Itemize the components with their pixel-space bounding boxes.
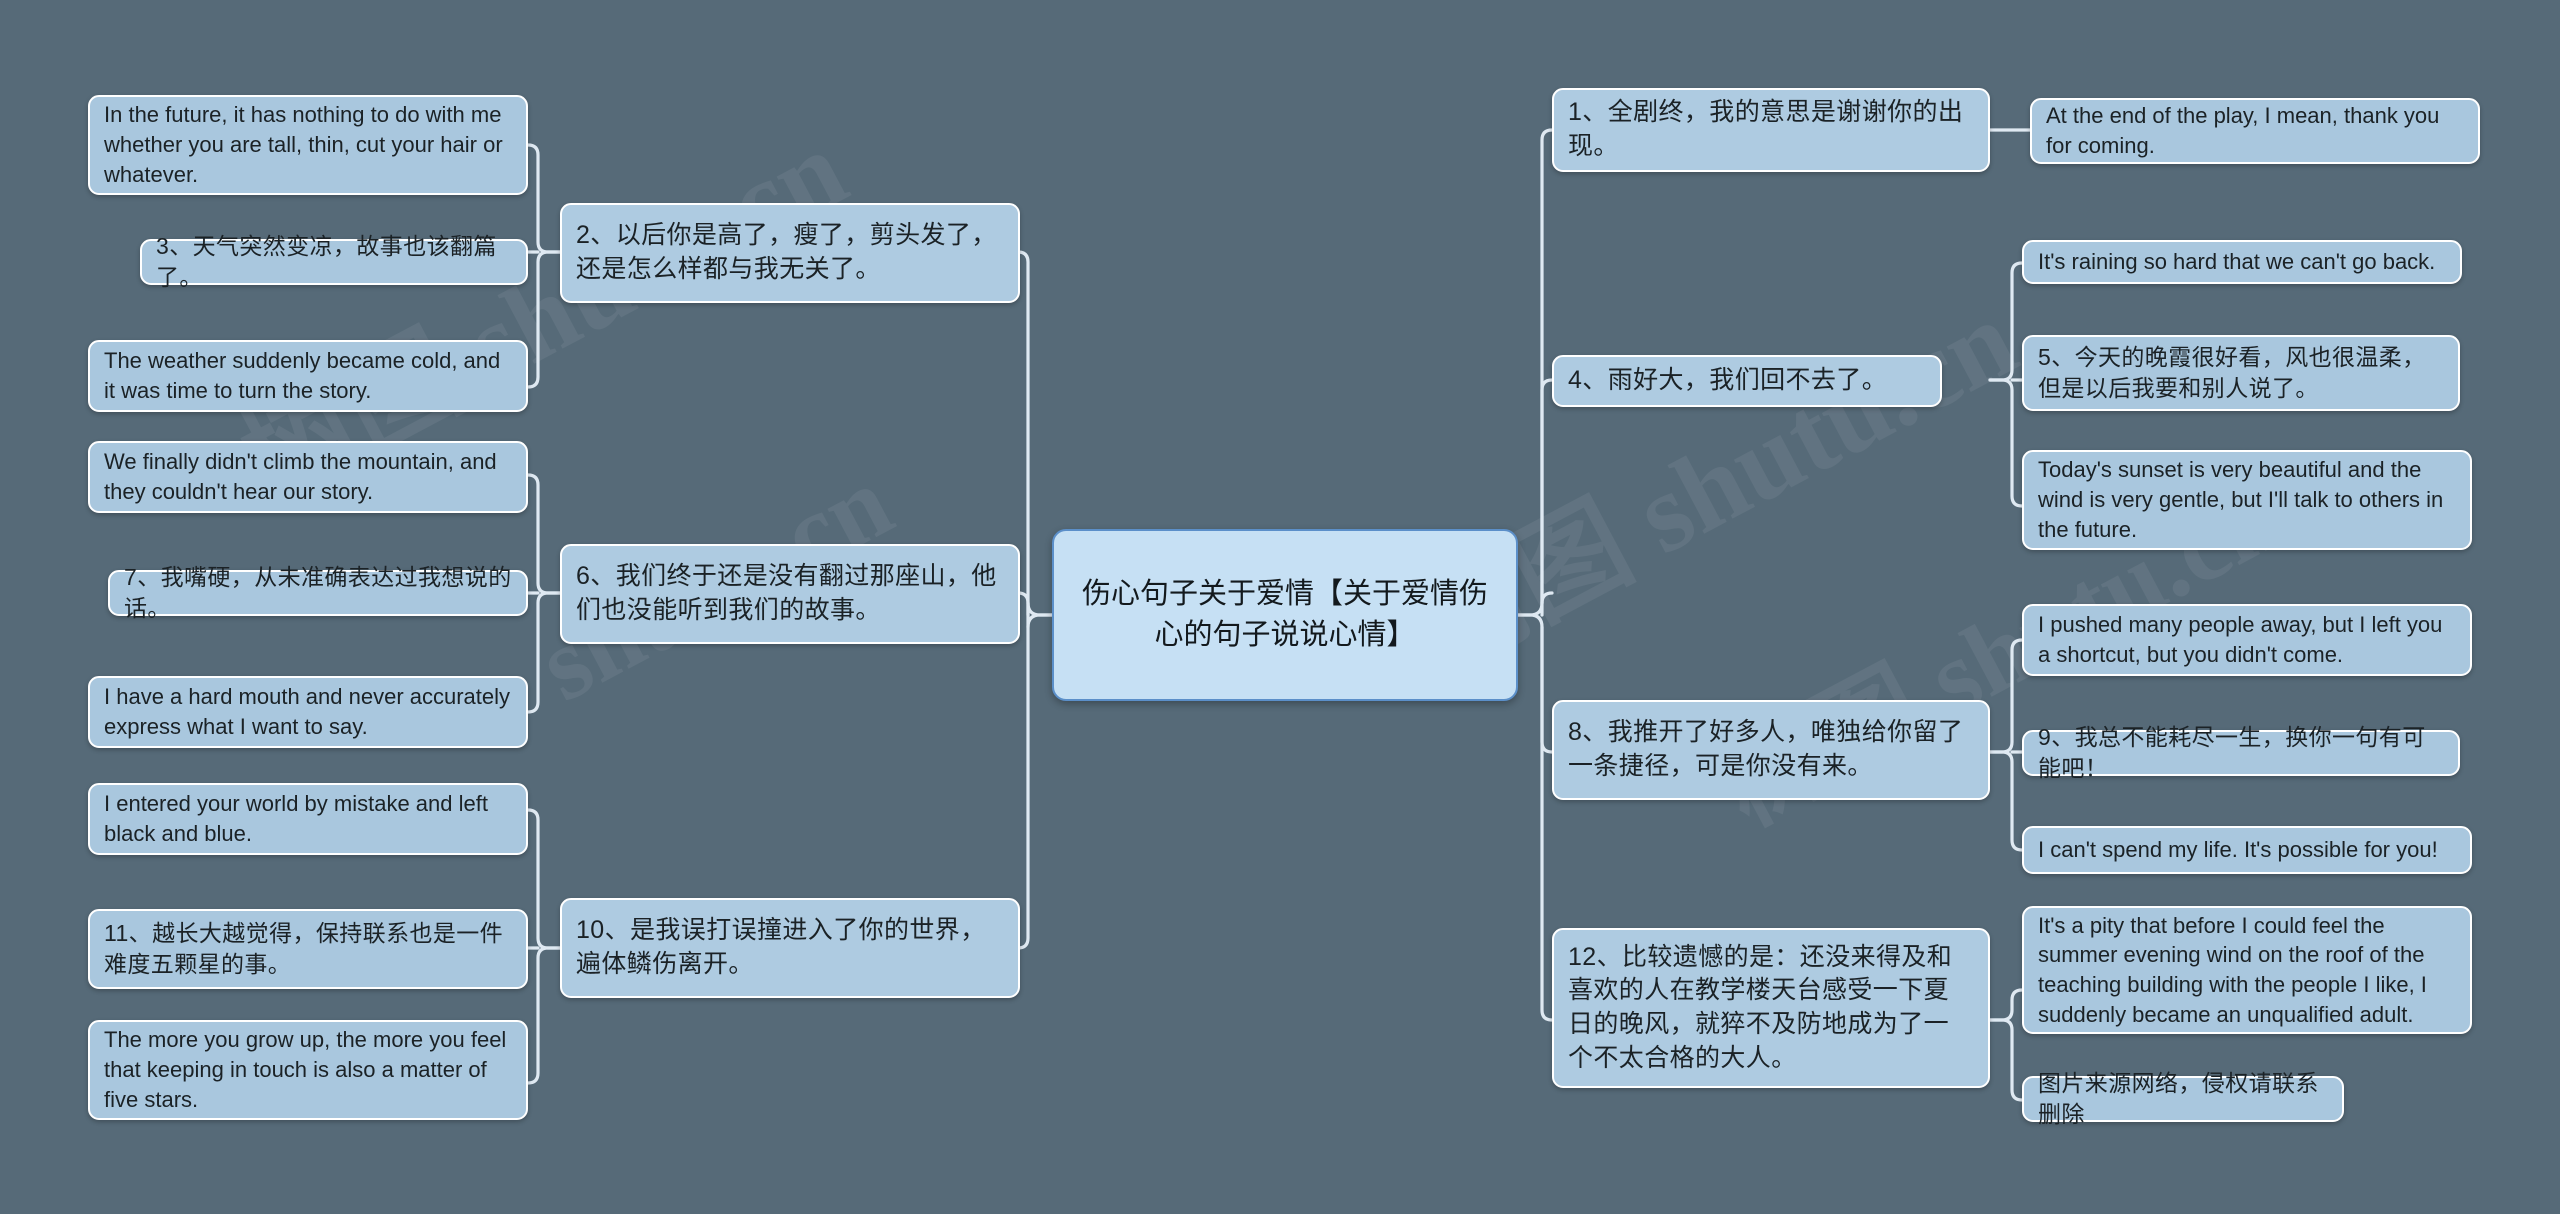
left-branch-node-10[interactable]: 10、是我误打误撞进入了你的世界，遍体鳞伤离开。 <box>560 898 1020 998</box>
right-leaf-node-2a[interactable]: It's raining so hard that we can't go ba… <box>2022 240 2462 284</box>
central-topic-node[interactable]: 伤心句子关于爱情【关于爱情伤心的句子说说心情】 <box>1052 529 1518 701</box>
edge-lb1-c1 <box>526 143 562 254</box>
edge-center-left <box>1016 250 1054 617</box>
edge-rb3-c3 <box>1988 750 2024 852</box>
left-leaf-node-3b[interactable]: 11、越长大越觉得，保持联系也是一件难度五颗星的事。 <box>88 909 528 989</box>
right-branch-node-4[interactable]: 4、雨好大，我们回不去了。 <box>1552 355 1942 407</box>
edge-center-right-4 <box>1516 613 1554 1022</box>
left-branch-node-2[interactable]: 2、以后你是高了，瘦了，剪头发了，还是怎么样都与我无关了。 <box>560 203 1020 303</box>
edge-lb2-c3 <box>526 591 562 714</box>
edge-center-left-3 <box>1016 613 1054 950</box>
left-leaf-label-1c: The weather suddenly became cold, and it… <box>104 348 501 403</box>
left-leaf-label-1b: 3、天气突然变凉，故事也该翻篇了。 <box>156 232 497 290</box>
right-leaf-label-2a: It's raining so hard that we can't go ba… <box>2038 249 2436 275</box>
left-leaf-node-3a[interactable]: I entered your world by mistake and left… <box>88 783 528 855</box>
right-branch-label-12: 12、比较遗憾的是：还没来得及和喜欢的人在教学楼天台感受一下夏日的晚风，就猝不及… <box>1568 942 1953 1072</box>
right-leaf-label-4a: It's a pity that before I could feel the… <box>2038 912 2427 1027</box>
right-leaf-node-2c[interactable]: Today's sunset is very beautiful and the… <box>2022 450 2472 550</box>
left-branch-label-6: 6、我们终于还是没有翻过那座山，他们也没能听到我们的故事。 <box>576 562 997 624</box>
edge-lb3-c1 <box>526 808 562 950</box>
right-leaf-node-4a[interactable]: It's a pity that before I could feel the… <box>2022 906 2472 1034</box>
right-leaf-label-1a: At the end of the play, I mean, thank yo… <box>2046 103 2440 158</box>
right-leaf-label-3a: I pushed many people away, but I left yo… <box>2038 612 2443 667</box>
right-branch-label-4: 4、雨好大，我们回不去了。 <box>1568 366 1888 395</box>
edge-center-right-b2 <box>1540 378 1554 605</box>
left-branch-label-10: 10、是我误打误撞进入了你的世界，遍体鳞伤离开。 <box>576 916 986 978</box>
mindmap-canvas: 树图 shutu.cn 树图 shutu.cn shutu.cn 树图 shut… <box>0 0 2560 1214</box>
left-leaf-node-2c[interactable]: I have a hard mouth and never accurately… <box>88 676 528 748</box>
right-leaf-node-2b[interactable]: 5、今天的晚霞很好看，风也很温柔，但是以后我要和别人说了。 <box>2022 335 2460 411</box>
left-leaf-node-3c[interactable]: The more you grow up, the more you feel … <box>88 1020 528 1120</box>
left-leaf-label-2c: I have a hard mouth and never accurately… <box>104 684 511 739</box>
right-leaf-node-4b[interactable]: 图片来源网络，侵权请联系删除 <box>2022 1070 2344 1127</box>
right-leaf-label-2c: Today's sunset is very beautiful and the… <box>2038 457 2444 542</box>
right-branch-node-1[interactable]: 1、全剧终，我的意思是谢谢你的出现。 <box>1552 88 1990 172</box>
left-branch-label-2: 2、以后你是高了，瘦了，剪头发了，还是怎么样都与我无关了。 <box>576 221 997 283</box>
right-branch-label-8: 8、我推开了好多人，唯独给你留了一条捷径，可是你没有来。 <box>1568 718 1964 780</box>
edge-lb3-c3 <box>526 946 562 1085</box>
left-leaf-node-1a[interactable]: In the future, it has nothing to do with… <box>88 95 528 195</box>
left-leaf-node-2b[interactable]: 7、我嘴硬，从未准确表达过我想说的话。 <box>108 564 528 621</box>
right-leaf-label-2b: 5、今天的晚霞很好看，风也很温柔，但是以后我要和别人说了。 <box>2038 343 2426 401</box>
right-leaf-node-3b[interactable]: 9、我总不能耗尽一生，换你一句有可能吧！ <box>2022 724 2460 781</box>
left-leaf-label-1a: In the future, it has nothing to do with… <box>104 102 503 187</box>
left-leaf-label-2b: 7、我嘴硬，从未准确表达过我想说的话。 <box>124 563 512 621</box>
left-leaf-node-1b[interactable]: 3、天气突然变凉，故事也该翻篇了。 <box>140 233 528 290</box>
left-branch-node-6[interactable]: 6、我们终于还是没有翻过那座山，他们也没能听到我们的故事。 <box>560 544 1020 644</box>
edge-rb4-c1 <box>1988 988 2024 1022</box>
right-leaf-label-3b: 9、我总不能耗尽一生，换你一句有可能吧！ <box>2038 723 2426 781</box>
central-topic-label: 伤心句子关于爱情【关于爱情伤心的句子说说心情】 <box>1081 577 1488 651</box>
right-leaf-label-4b: 图片来源网络，侵权请联系删除 <box>2038 1069 2319 1127</box>
right-branch-node-8[interactable]: 8、我推开了好多人，唯独给你留了一条捷径，可是你没有来。 <box>1552 700 1990 800</box>
right-branch-node-12[interactable]: 12、比较遗憾的是：还没来得及和喜欢的人在教学楼天台感受一下夏日的晚风，就猝不及… <box>1552 928 1990 1088</box>
edge-center-right-1 <box>1516 128 1554 617</box>
edge-rb3-c1 <box>1988 638 2024 754</box>
edge-lb2-c1 <box>526 473 562 595</box>
left-leaf-label-3b: 11、越长大越觉得，保持联系也是一件难度五颗星的事。 <box>104 919 504 977</box>
left-leaf-node-2a[interactable]: We finally didn't climb the mountain, an… <box>88 441 528 513</box>
left-leaf-label-3a: I entered your world by mistake and left… <box>104 791 488 846</box>
left-leaf-label-3c: The more you grow up, the more you feel … <box>104 1027 507 1112</box>
right-leaf-node-3c[interactable]: I can't spend my life. It's possible for… <box>2022 826 2472 874</box>
edge-center-right-2 <box>1540 591 1554 605</box>
edge-rb4-c2 <box>1988 1018 2024 1102</box>
left-leaf-node-1c[interactable]: The weather suddenly became cold, and it… <box>88 340 528 412</box>
right-leaf-label-3c: I can't spend my life. It's possible for… <box>2038 837 2438 863</box>
edge-center-right-b3 <box>1540 625 1554 754</box>
right-branch-label-1: 1、全剧终，我的意思是谢谢你的出现。 <box>1568 98 1964 160</box>
left-leaf-label-2a: We finally didn't climb the mountain, an… <box>104 449 497 504</box>
right-leaf-node-3a[interactable]: I pushed many people away, but I left yo… <box>2022 604 2472 676</box>
edge-rb2-c3 <box>1988 378 2024 508</box>
edge-rb2-c1 <box>1988 261 2024 382</box>
edge-lb1-c3 <box>526 250 562 389</box>
right-leaf-node-1a[interactable]: At the end of the play, I mean, thank yo… <box>2030 98 2480 164</box>
